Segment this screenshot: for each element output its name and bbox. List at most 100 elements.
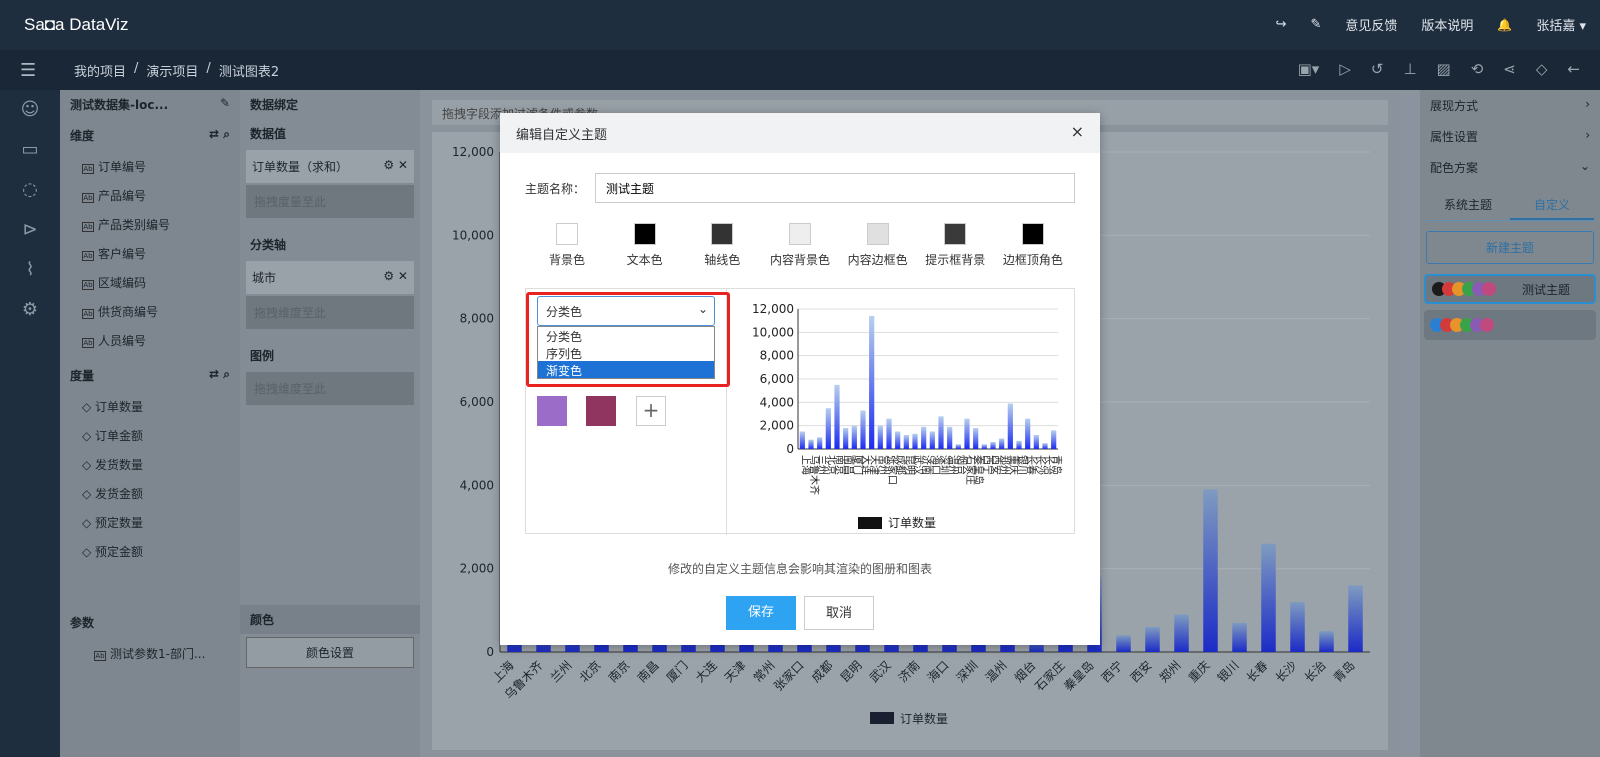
back-icon[interactable]: ← — [1567, 60, 1580, 78]
history-icon[interactable]: ↺ — [1371, 60, 1384, 78]
color-type-select[interactable]: 分类色 ⌄ — [537, 296, 715, 326]
swatch-item[interactable]: 提示框背景 — [918, 223, 992, 268]
theme-item-2[interactable] — [1424, 310, 1596, 340]
legend-label: 订单数量 — [900, 711, 948, 726]
edit-icon[interactable]: ✎ — [1310, 17, 1321, 32]
dataset-name[interactable]: 测试数据集-loc... — [70, 96, 168, 113]
save-icon[interactable]: ▣▾ — [1298, 60, 1320, 78]
chevron-down-icon: ⌄ — [697, 302, 708, 316]
measure-heading: 度量 — [70, 369, 95, 383]
measure-item[interactable]: ◇ 预定数量 — [60, 508, 240, 537]
text-field-icon: Ab — [82, 164, 94, 174]
edit-icon[interactable]: ✎ — [220, 96, 230, 113]
text-field-icon: Ab — [82, 193, 94, 203]
option-sequence[interactable]: 序列色 — [538, 344, 714, 361]
user-icon[interactable]: ☺ — [0, 90, 60, 130]
save-button[interactable]: 保存 — [726, 596, 796, 630]
text-field-icon: Ab — [82, 222, 94, 232]
swatch-item[interactable]: 边框顶角色 — [996, 223, 1070, 268]
edit-theme-dialog: 编辑自定义主题 × 主题名称： 背景色文本色轴线色内容背景色内容边框色提示框背景边… — [500, 113, 1100, 645]
crumb-sep: / — [134, 61, 139, 76]
gear-icon[interactable]: ⚙ — [0, 290, 60, 330]
tab-system-theme[interactable]: 系统主题 — [1426, 191, 1510, 220]
x-tick-label: 石家庄 — [1032, 658, 1068, 694]
chart-icon[interactable]: ⌇ — [0, 250, 60, 290]
option-category[interactable]: 分类色 — [538, 327, 714, 344]
value-dropzone[interactable]: 拖拽度量至此 — [246, 185, 414, 218]
color-chip — [1021, 223, 1044, 245]
measure-item[interactable]: ◇ 订单数量 — [60, 392, 240, 421]
measure-item[interactable]: ◇ 发货金额 — [60, 479, 240, 508]
axis-dropzone[interactable]: 拖拽维度至此 — [246, 296, 414, 329]
value-pill[interactable]: 订单数量（求和） ⚙ ✕ — [246, 150, 414, 183]
crumb-my-projects[interactable]: 我的项目 — [74, 61, 126, 80]
color-settings-button[interactable]: 颜色设置 — [246, 637, 414, 668]
image-icon[interactable]: ▨ — [1437, 60, 1451, 78]
menu-icon[interactable]: ☰ — [20, 60, 36, 81]
dimension-item[interactable]: Ab 人员编号 — [60, 326, 240, 355]
axis-pill[interactable]: 城市 ⚙ ✕ — [246, 261, 414, 294]
mini-bar — [903, 435, 909, 449]
play-icon[interactable]: ▷ — [1339, 60, 1351, 78]
theme-name-input[interactable] — [595, 173, 1076, 203]
x-tick-label: 深圳 — [954, 658, 981, 685]
props-row[interactable]: 属性设置 › — [1420, 121, 1600, 152]
measure-item[interactable]: ◇ 发货数量 — [60, 450, 240, 479]
feedback-link[interactable]: 意见反馈 — [1345, 15, 1397, 34]
x-tick-label: 青岛 — [1330, 658, 1358, 686]
dimension-item[interactable]: Ab 产品类别编号 — [60, 210, 240, 239]
swatch-item[interactable]: 文本色 — [608, 223, 682, 268]
y-tick-label: 8,000 — [460, 312, 494, 326]
legend-dropzone[interactable]: 拖拽维度至此 — [246, 372, 414, 405]
swatch-item[interactable]: 内容边框色 — [841, 223, 915, 268]
tag-icon[interactable]: ◇ — [1536, 60, 1548, 78]
tab-custom-theme[interactable]: 自定义 — [1510, 191, 1594, 220]
add-color-button[interactable]: + — [636, 396, 666, 426]
option-gradient[interactable]: 渐变色 — [538, 361, 714, 378]
measure-item[interactable]: ◇ 订单金额 — [60, 421, 240, 450]
color-chip — [866, 223, 889, 245]
color-swatch-1[interactable] — [537, 396, 567, 426]
monitor-icon[interactable]: ▭ — [0, 130, 60, 170]
search-icon[interactable]: ⇄ ⌕ — [209, 367, 230, 384]
measure-item[interactable]: ◇ 预定金额 — [60, 537, 240, 566]
palette-row[interactable]: 配色方案 ⌄ — [1420, 152, 1600, 183]
theme-item-test[interactable]: 测试主题 — [1424, 274, 1596, 304]
share-icon[interactable]: ↪ — [1276, 17, 1287, 32]
y-tick-label: 12,000 — [452, 145, 494, 159]
version-link[interactable]: 版本说明 — [1421, 15, 1473, 34]
x-tick-label: 海口 — [924, 658, 952, 686]
mini-bar — [808, 439, 814, 449]
param-heading: 参数 — [70, 616, 95, 630]
share-icon[interactable]: ⋖ — [1503, 60, 1516, 78]
dimension-item[interactable]: Ab 供货商编号 — [60, 297, 240, 326]
dimension-item[interactable]: Ab 产品编号 — [60, 181, 240, 210]
dimension-item[interactable]: Ab 订单编号 — [60, 152, 240, 181]
swatch-item[interactable]: 背景色 — [530, 223, 604, 268]
stamp-icon[interactable]: ⊥ — [1403, 60, 1416, 78]
close-icon[interactable]: × — [1071, 122, 1084, 141]
mini-bar — [981, 444, 987, 449]
top-bar: Sa◘a DataViz ↪ ✎ 意见反馈 版本说明 🔔 张括嘉 ▾ — [0, 0, 1600, 50]
text-field-icon: Ab — [82, 309, 94, 319]
play-circle-icon[interactable]: ⊳ — [0, 210, 60, 250]
binding-panel: 数据绑定 数据值 订单数量（求和） ⚙ ✕ 拖拽度量至此 分类轴 城市 ⚙ ✕ 拖拽… — [240, 90, 420, 757]
undo-icon[interactable]: ⟲ — [1471, 60, 1484, 78]
display-mode-row[interactable]: 展现方式 › — [1420, 90, 1600, 121]
dimension-item[interactable]: Ab 客户编号 — [60, 239, 240, 268]
dimension-list: Ab 订单编号 Ab 产品编号 Ab 产品类别编号 Ab 客户编号 Ab 区域编码 Ab 供货商编号 A… — [60, 152, 240, 355]
dimension-item[interactable]: Ab 区域编码 — [60, 268, 240, 297]
param-item[interactable]: Ab 测试参数1-部门... — [60, 639, 240, 668]
refresh-icon[interactable]: ◌ — [0, 170, 60, 210]
cancel-button[interactable]: 取消 — [804, 596, 874, 630]
mini-bar — [929, 431, 935, 449]
measure-icon: ◇ — [82, 516, 96, 530]
swatch-item[interactable]: 轴线色 — [685, 223, 759, 268]
crumb-demo[interactable]: 演示项目 — [146, 61, 198, 80]
user-menu[interactable]: 张括嘉 ▾ — [1536, 15, 1586, 34]
search-icon[interactable]: ⇄ ⌕ — [209, 127, 230, 144]
color-swatch-2[interactable] — [586, 396, 616, 426]
new-theme-button[interactable]: 新建主题 — [1426, 231, 1594, 264]
swatch-item[interactable]: 内容背景色 — [763, 223, 837, 268]
bell-icon[interactable]: 🔔 — [1497, 18, 1512, 32]
